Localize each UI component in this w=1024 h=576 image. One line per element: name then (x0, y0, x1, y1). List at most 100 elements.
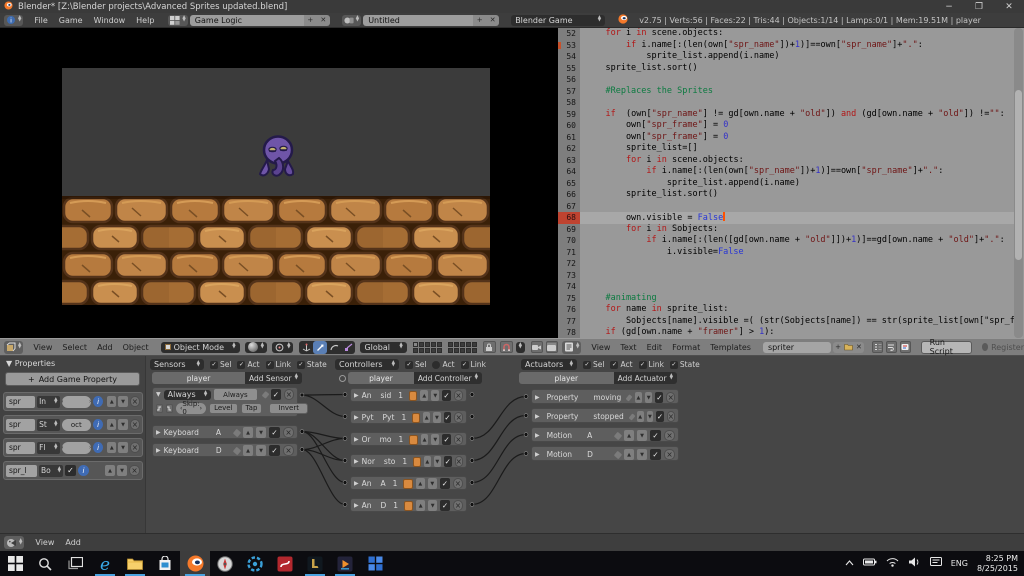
property-type-select[interactable]: Bo▲▼ (39, 465, 63, 477)
3d-viewport[interactable] (0, 28, 558, 338)
pin-icon[interactable] (628, 413, 635, 420)
code-line[interactable]: 78 if (gd[own.name + "framer"] > 1): (558, 327, 1014, 338)
controller-nor-sto-block[interactable]: ▶Norsto1▲▼✓× (350, 454, 467, 468)
blender-icon[interactable] (180, 551, 210, 576)
pin-icon[interactable] (626, 394, 633, 401)
sensors-object-name[interactable]: player (152, 372, 245, 384)
property-value-field[interactable]: oct (62, 419, 92, 431)
menu-view[interactable]: View (33, 343, 52, 352)
move-down-button[interactable]: ▼ (428, 500, 437, 511)
game-property-row[interactable]: sprSt▲▼octi▲▼× (3, 415, 143, 434)
sensor-active-check[interactable]: ✓ (269, 445, 280, 456)
controller-active-check[interactable]: ✓ (440, 500, 450, 511)
blue-app-icon[interactable] (360, 551, 390, 576)
property-value-checkbox[interactable]: ✓ (65, 465, 76, 476)
unlink-text-button[interactable]: ✕ (854, 342, 864, 353)
sensor-type-select[interactable]: Always▲▼ (164, 390, 212, 400)
controller-active-check[interactable]: ✓ (440, 478, 450, 489)
sensors-filter-select[interactable]: Sensors▲▼ (150, 359, 204, 370)
move-up-button[interactable]: ▲ (107, 396, 116, 407)
red-app-icon[interactable] (270, 551, 300, 576)
scene-browse-button[interactable]: ▲▼ (342, 15, 361, 26)
link-socket[interactable] (470, 437, 474, 441)
menu-game[interactable]: Game (59, 16, 83, 25)
move-down-button[interactable]: ▼ (637, 449, 647, 460)
property-name-field[interactable]: spr_l (6, 465, 37, 477)
line-numbers-toggle[interactable] (872, 341, 883, 353)
start-icon[interactable] (0, 551, 30, 576)
sensor-keyboard-a-block[interactable]: ▶KeyboardA▲▼✓× (152, 425, 298, 439)
expand-icon[interactable]: ▶ (535, 432, 540, 439)
expand-icon[interactable]: ▶ (535, 413, 540, 420)
pivot-select[interactable]: ▲▼ (272, 342, 293, 353)
move-up-button[interactable]: ▲ (416, 478, 425, 489)
sensor-keyboard-d-block[interactable]: ▶KeyboardD▲▼✓× (152, 443, 298, 457)
delete-sensor-button[interactable]: × (283, 427, 294, 438)
controller-pyt-pyt-block[interactable]: ▶PytPyt1▲▼✓× (350, 410, 467, 424)
actuators-act-toggle[interactable]: ✓Act (610, 360, 632, 369)
battery-icon[interactable] (863, 558, 877, 569)
sensors-act-toggle[interactable]: ✓Act (237, 360, 259, 369)
language-indicator[interactable]: ENG (951, 559, 968, 568)
close-scene-button[interactable]: ✕ (486, 15, 499, 26)
gear-app-icon[interactable] (240, 551, 270, 576)
code-line[interactable]: 69 for i in Sobjects: (558, 224, 1014, 236)
pin-icon[interactable] (614, 431, 622, 439)
move-up-button[interactable]: ▲ (105, 465, 115, 476)
menu-text[interactable]: Text (620, 343, 636, 352)
properties-panel-title[interactable]: ▼ Properties (6, 359, 55, 368)
link-socket[interactable] (470, 503, 474, 507)
controllers-link-toggle[interactable]: ✓Link (461, 360, 486, 369)
delete-sensor-button[interactable]: × (284, 389, 294, 400)
move-up-button[interactable]: ▲ (624, 449, 634, 460)
link-socket[interactable] (343, 481, 347, 485)
move-up-button[interactable]: ▲ (243, 445, 253, 456)
minimize-button[interactable]: − (934, 0, 964, 13)
move-down-button[interactable]: ▼ (645, 392, 652, 403)
game-property-row[interactable]: spr_lBo▲▼✓i▲▼× (3, 461, 143, 480)
delete-controller-button[interactable]: × (455, 456, 463, 467)
menu-help[interactable]: Help (136, 16, 154, 25)
add-game-property-button[interactable]: + Add Game Property (5, 372, 140, 386)
game-property-row[interactable]: sprIn▲▼‹›i▲▼× (3, 392, 143, 411)
code-line[interactable]: 55 sprite_list.sort() (558, 63, 1014, 75)
expand-icon[interactable]: ▶ (535, 451, 540, 458)
link-socket[interactable] (343, 503, 347, 507)
link-socket[interactable] (470, 459, 474, 463)
add-sensor-button[interactable]: Add Sensor▲▼ (245, 372, 302, 384)
sensor-active-check[interactable]: ✓ (269, 427, 280, 438)
snap-toggle-button[interactable] (500, 341, 513, 353)
add-scene-button[interactable]: + (473, 15, 486, 26)
move-down-button[interactable]: ▼ (256, 427, 266, 438)
move-up-button[interactable]: ▲ (624, 430, 634, 441)
move-down-button[interactable]: ▼ (118, 442, 127, 453)
render-opengl-anim-button[interactable] (546, 341, 558, 353)
property-type-select[interactable]: In▲▼ (37, 396, 59, 408)
media-player-icon[interactable] (330, 551, 360, 576)
link-socket[interactable] (300, 393, 304, 397)
text-datablock-name-field[interactable]: spriter (763, 342, 831, 353)
link-socket[interactable] (524, 414, 528, 418)
delete-sensor-button[interactable]: × (283, 445, 294, 456)
link-socket[interactable] (470, 481, 474, 485)
move-up-button[interactable]: ▲ (107, 442, 116, 453)
delete-actuator-button[interactable]: × (667, 411, 675, 422)
delete-property-button[interactable]: × (129, 465, 140, 476)
edge-icon[interactable]: e (90, 551, 120, 576)
move-up-button[interactable]: ▲ (416, 500, 425, 511)
volume-icon[interactable] (908, 557, 921, 570)
link-socket[interactable] (470, 415, 474, 419)
viewport-shading-select[interactable]: ▲▼ (245, 342, 267, 353)
property-type-select[interactable]: Fl▲▼ (37, 442, 59, 454)
move-down-button[interactable]: ▼ (428, 478, 437, 489)
menu-object[interactable]: Object (123, 343, 149, 352)
actuator-active-check[interactable]: ✓ (650, 430, 661, 441)
menu-select[interactable]: Select (62, 343, 87, 352)
code-line[interactable]: 65 sprite_list.append(i.name) (558, 178, 1014, 190)
link-socket[interactable] (343, 437, 347, 441)
delete-actuator-button[interactable]: × (664, 430, 675, 441)
run-script-button[interactable]: Run Script (921, 341, 972, 354)
scale-manipulator-button[interactable] (341, 341, 355, 354)
mode-select[interactable]: Object Mode ▲▼ (161, 342, 240, 353)
code-line[interactable]: 74 (558, 281, 1014, 293)
